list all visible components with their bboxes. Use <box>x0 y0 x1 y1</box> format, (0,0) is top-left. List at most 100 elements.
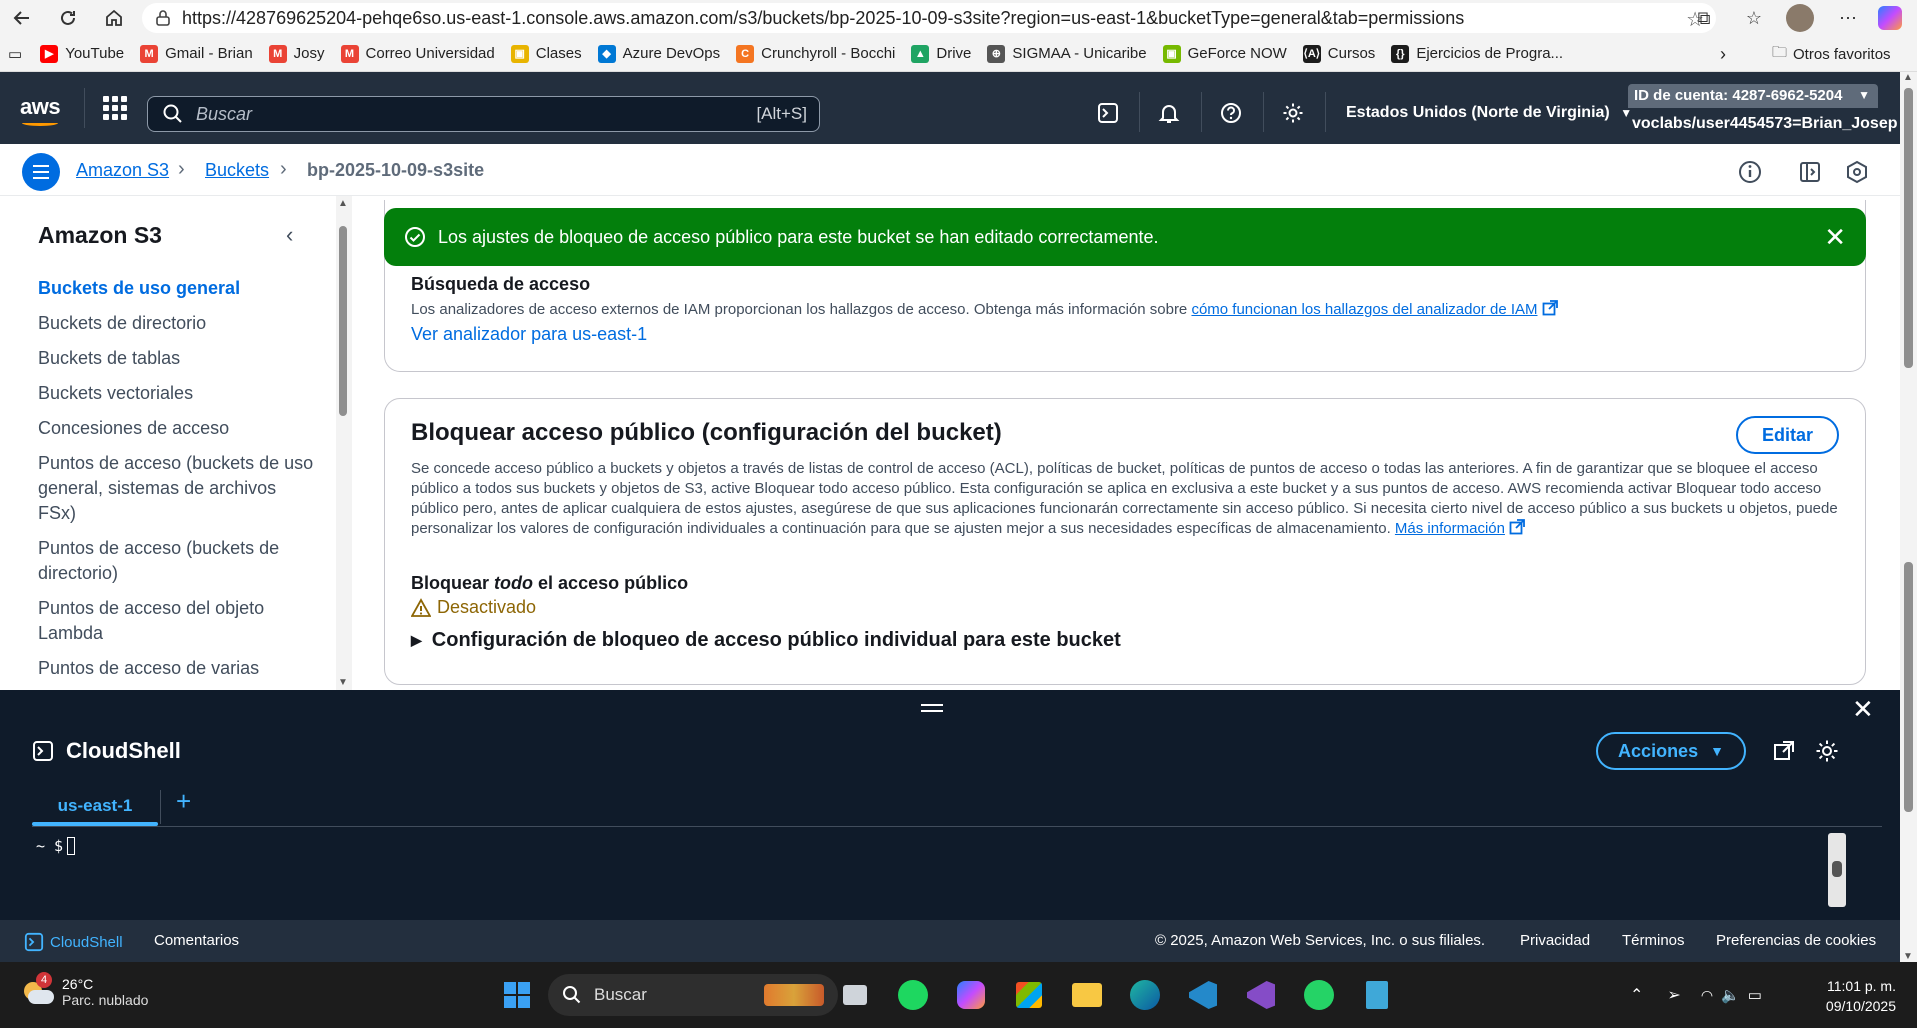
task-view-icon[interactable] <box>838 978 872 1012</box>
windows-start-icon[interactable] <box>500 978 534 1012</box>
address-bar[interactable]: https://428769625204-pehqe6so.us-east-1.… <box>142 3 1716 33</box>
chevron-up-icon[interactable]: ⌃ <box>1630 985 1643 1005</box>
favorites-icon[interactable]: ☆ <box>1736 0 1772 36</box>
account-id-badge[interactable]: ID de cuenta: 4287-6962-5204 ▼ <box>1628 84 1878 108</box>
volume-icon[interactable]: 🔈 <box>1721 986 1740 1004</box>
actions-dropdown-button[interactable]: Acciones ▼ <box>1596 732 1746 770</box>
notepad-icon[interactable] <box>1360 978 1394 1012</box>
other-favorites[interactable]: 🗀 Otros favoritos <box>1772 36 1891 72</box>
tab-us-east-1[interactable]: us-east-1 <box>32 786 158 826</box>
page-scrollbar[interactable]: ▲ ▼ <box>1900 72 1917 962</box>
bookmark-item[interactable]: {} Ejercicios de Progra... <box>1391 44 1564 63</box>
external-link-icon <box>1509 519 1525 535</box>
add-tab-icon[interactable]: + <box>176 786 191 817</box>
system-clock[interactable]: 11:01 p. m. 09/10/2025 <box>1810 976 1896 1016</box>
bookmark-item[interactable]: ▣ Clases <box>510 44 582 63</box>
access-finding-description: Los analizadores de acceso externos de I… <box>411 300 1851 320</box>
footer-cloudshell-link[interactable]: CloudShell <box>24 932 123 952</box>
footer-terms-link[interactable]: Términos <box>1622 932 1685 949</box>
open-new-window-icon[interactable] <box>1771 738 1797 764</box>
wifi-icon[interactable]: ◠ <box>1701 987 1713 1004</box>
side-nav-toggle-button[interactable] <box>22 153 60 191</box>
security-settings-icon[interactable] <box>1844 159 1870 185</box>
vscode-icon[interactable] <box>1186 978 1220 1012</box>
cloudshell-resize-bar[interactable]: ✕ <box>0 690 1900 726</box>
bookmark-item[interactable]: ⊕ SIGMAA - Unicaribe <box>987 44 1147 63</box>
sidebar-item-table-buckets[interactable]: Buckets de tablas <box>38 346 318 371</box>
visual-studio-icon[interactable] <box>1244 978 1278 1012</box>
bookmark-favicon-icon: M <box>340 44 359 63</box>
spotify-icon[interactable] <box>896 978 930 1012</box>
info-icon[interactable] <box>1737 159 1763 185</box>
more-menu-icon[interactable]: ⋯ <box>1830 0 1866 36</box>
search-input[interactable]: Buscar [Alt+S] <box>147 96 820 132</box>
settings-gear-icon[interactable] <box>1278 98 1308 128</box>
settings-gear-icon[interactable] <box>1814 738 1840 764</box>
bookmark-favicon-icon: ⟨A⟩ <box>1302 44 1321 63</box>
bookmark-item[interactable]: M Correo Universidad <box>340 44 495 63</box>
sidebar-item-access-points-general[interactable]: Puntos de acceso (buckets de uso general… <box>38 451 318 526</box>
edge-browser-icon[interactable] <box>1128 978 1162 1012</box>
close-icon[interactable]: ✕ <box>1852 694 1874 725</box>
region-selector[interactable]: Estados Unidos (Norte de Virginia) ▼ <box>1346 104 1632 122</box>
services-grid-icon[interactable] <box>103 96 127 120</box>
sidebar-item-object-lambda[interactable]: Puntos de acceso del objeto Lambda <box>38 596 318 646</box>
copilot-icon[interactable] <box>1872 0 1908 36</box>
tabs-icon[interactable]: ▭ <box>8 45 22 63</box>
back-icon[interactable] <box>4 0 40 36</box>
microsoft-store-icon[interactable] <box>1012 978 1046 1012</box>
individual-settings-expander[interactable]: ▶ Configuración de bloqueo de acceso púb… <box>411 629 1121 652</box>
sidebar-item-access-points-directory[interactable]: Puntos de acceso (buckets de directorio) <box>38 536 318 586</box>
aws-logo[interactable]: aws <box>20 94 61 126</box>
chevron-left-icon[interactable]: ‹ <box>286 222 293 248</box>
terminal[interactable]: ~ $ <box>0 827 1900 920</box>
copilot-icon[interactable] <box>954 978 988 1012</box>
battery-icon[interactable]: ▭ <box>1748 986 1762 1004</box>
taskbar-search[interactable]: Buscar <box>548 974 838 1016</box>
bookmark-item[interactable]: ▣ GeForce NOW <box>1162 44 1287 63</box>
edit-button[interactable]: Editar <box>1736 416 1839 454</box>
bookmark-item[interactable]: ◆ Azure DevOps <box>597 44 720 63</box>
help-icon[interactable] <box>1216 98 1246 128</box>
profile-avatar[interactable] <box>1782 0 1818 36</box>
view-analyzer-link[interactable]: Ver analizador para us-east-1 <box>411 324 647 345</box>
whatsapp-icon[interactable] <box>1302 978 1336 1012</box>
split-panel-icon[interactable] <box>1797 159 1823 185</box>
sidebar-scrollbar[interactable]: ▲ ▼ <box>336 196 352 690</box>
send-icon[interactable]: ➢ <box>1667 985 1680 1005</box>
bookmark-label: Ejercicios de Progra... <box>1416 45 1564 62</box>
bookmark-item[interactable]: ▲ Drive <box>911 44 972 63</box>
iam-findings-link[interactable]: cómo funcionan los hallazgos del analiza… <box>1191 301 1537 318</box>
reload-icon[interactable] <box>50 0 86 36</box>
weather-widget[interactable]: 4 26°C Parc. nublado <box>22 972 148 1008</box>
breadcrumb-amazon-s3[interactable]: Amazon S3 <box>76 160 169 181</box>
sidebar-item-general-buckets[interactable]: Buckets de uso general <box>38 276 318 301</box>
notifications-bell-icon[interactable] <box>1154 98 1184 128</box>
breadcrumb-buckets[interactable]: Buckets <box>205 160 269 181</box>
footer-feedback-link[interactable]: Comentarios <box>154 932 239 949</box>
sidebar-item-directory-buckets[interactable]: Buckets de directorio <box>38 311 318 336</box>
site-info-icon[interactable] <box>154 9 172 27</box>
file-explorer-icon[interactable] <box>1070 978 1104 1012</box>
chevron-right-icon[interactable]: › <box>1720 36 1726 72</box>
bookmark-item[interactable]: ⟨A⟩ Cursos <box>1302 44 1375 63</box>
bookmark-label: Drive <box>936 45 972 62</box>
drag-handle-icon[interactable] <box>921 704 943 712</box>
bookmark-item[interactable]: C Crunchyroll - Bocchi <box>736 44 895 63</box>
taskbar-search-placeholder: Buscar <box>594 985 647 1004</box>
user-menu[interactable]: voclabs/user4454573=Brian_Josep <box>1632 115 1898 133</box>
sidebar-item-multi-region[interactable]: Puntos de acceso de varias <box>38 656 318 681</box>
home-icon[interactable] <box>96 0 132 36</box>
terminal-scrollbar[interactable] <box>1828 833 1846 907</box>
sidebar-item-access-grants[interactable]: Concesiones de acceso <box>38 416 318 441</box>
footer-cookies-link[interactable]: Preferencias de cookies <box>1716 932 1876 949</box>
more-info-link[interactable]: Más información <box>1395 520 1505 537</box>
close-icon[interactable]: ✕ <box>1824 222 1846 253</box>
footer-privacy-link[interactable]: Privacidad <box>1520 932 1590 949</box>
extensions-icon[interactable]: ⧉ <box>1686 0 1722 36</box>
sidebar-item-vector-buckets[interactable]: Buckets vectoriales <box>38 381 318 406</box>
bookmark-item[interactable]: M Gmail - Brian <box>140 44 253 63</box>
cloudshell-icon[interactable] <box>1093 98 1123 128</box>
bookmark-item[interactable]: M Josy <box>268 44 325 63</box>
bookmark-item[interactable]: ▶ YouTube <box>40 44 124 63</box>
